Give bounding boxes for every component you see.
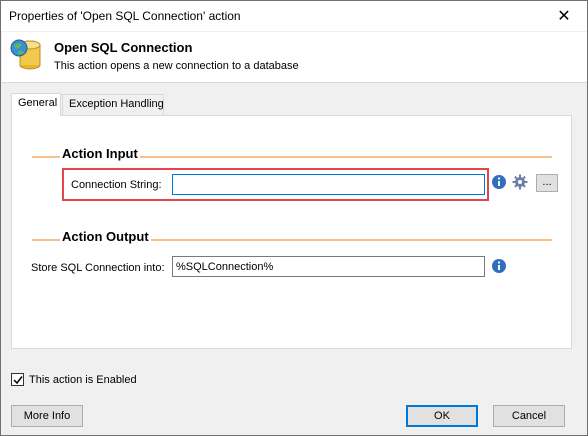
close-button[interactable]: ✕	[541, 1, 587, 31]
info-icon[interactable]	[491, 174, 507, 190]
browse-button[interactable]: ...	[536, 174, 558, 192]
action-header: Open SQL Connection This action opens a …	[2, 32, 587, 83]
properties-dialog: Properties of 'Open SQL Connection' acti…	[0, 0, 588, 436]
database-globe-icon	[10, 39, 41, 70]
ok-button[interactable]: OK	[406, 405, 478, 427]
tab-exception-handling[interactable]: Exception Handling	[62, 94, 164, 116]
general-tab-panel: Action Input Connection String: ... Acti…	[11, 115, 572, 349]
store-connection-label: Store SQL Connection into:	[31, 262, 165, 274]
enabled-checkbox-row[interactable]: This action is Enabled	[11, 373, 137, 386]
checkmark-icon	[12, 375, 23, 384]
more-info-button[interactable]: More Info	[11, 405, 83, 427]
variables-gear-icon[interactable]	[512, 174, 528, 190]
action-description: This action opens a new connection to a …	[54, 60, 299, 72]
output-info-icon[interactable]	[491, 258, 507, 274]
connection-string-input[interactable]	[172, 174, 485, 195]
enabled-checkbox[interactable]	[11, 373, 24, 386]
store-connection-input[interactable]	[172, 256, 485, 277]
cancel-button[interactable]: Cancel	[493, 405, 565, 427]
action-title: Open SQL Connection	[54, 40, 193, 55]
action-input-heading: Action Input	[60, 146, 140, 161]
title-bar: Properties of 'Open SQL Connection' acti…	[1, 1, 587, 31]
tab-general[interactable]: General	[11, 93, 61, 116]
window-title: Properties of 'Open SQL Connection' acti…	[9, 9, 241, 23]
action-output-heading: Action Output	[60, 229, 151, 244]
close-icon: ✕	[557, 8, 571, 25]
connection-string-label: Connection String:	[71, 179, 162, 191]
enabled-label: This action is Enabled	[29, 373, 137, 386]
